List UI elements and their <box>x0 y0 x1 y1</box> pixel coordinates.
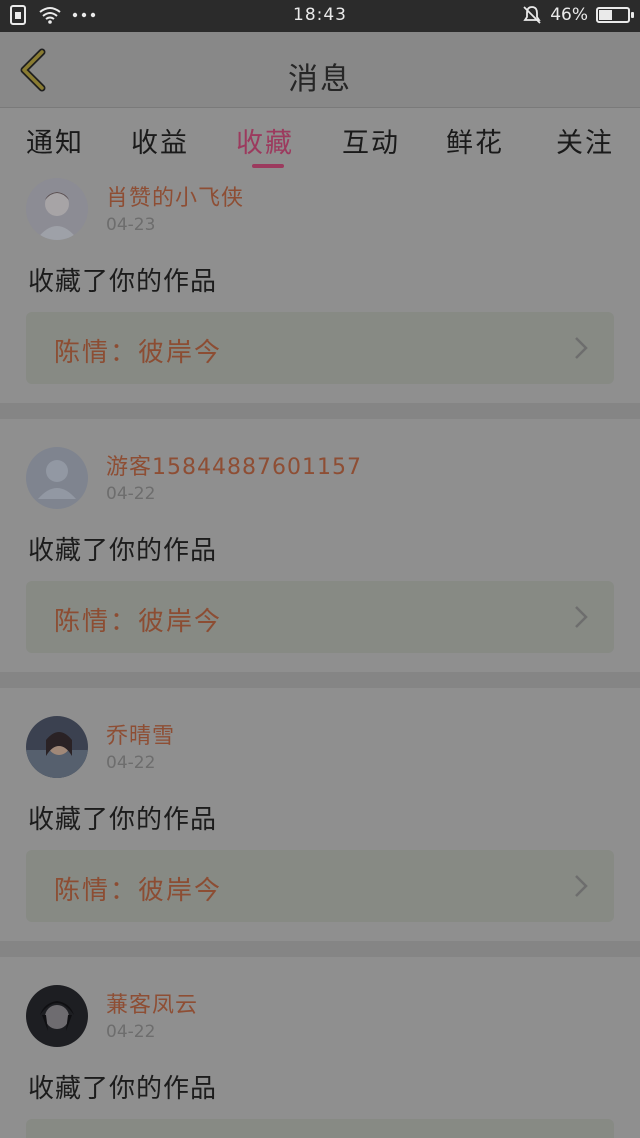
tab-follows[interactable]: 关注 <box>556 121 614 160</box>
work-title: 陈情：彼岸今 <box>54 338 223 368</box>
work-title: 陈情：彼岸今 <box>54 876 223 906</box>
battery-fill <box>599 10 612 20</box>
avatar[interactable] <box>26 716 88 778</box>
action-text: 收藏了你的作品 <box>28 805 218 835</box>
battery-icon <box>596 7 634 23</box>
avatar[interactable] <box>26 178 88 240</box>
date: 04-22 <box>106 484 156 504</box>
work-link[interactable] <box>26 1119 614 1138</box>
chevron-right-icon <box>575 606 588 628</box>
list-item: 游客15844887601157 04-22 收藏了你的作品 陈情：彼岸今 <box>0 419 640 672</box>
chevron-right-icon <box>575 875 588 897</box>
username[interactable]: 乔晴雪 <box>106 718 175 750</box>
list-item: 乔晴雪 04-22 收藏了你的作品 陈情：彼岸今 <box>0 688 640 941</box>
date: 04-22 <box>106 753 156 773</box>
action-text: 收藏了你的作品 <box>28 1074 218 1104</box>
action-text: 收藏了你的作品 <box>28 267 218 297</box>
section-divider <box>0 403 640 419</box>
section-divider <box>0 672 640 688</box>
work-link[interactable]: 陈情：彼岸今 <box>26 312 614 384</box>
date: 04-23 <box>106 215 156 235</box>
list-item: 肖赞的小飞侠 04-23 收藏了你的作品 陈情：彼岸今 <box>0 171 640 403</box>
active-tab-indicator <box>252 164 284 168</box>
status-right-icons: 46% <box>522 5 634 25</box>
list-item: 蒹客凤云 04-22 收藏了你的作品 <box>0 957 640 1138</box>
username[interactable]: 游客15844887601157 <box>106 449 362 481</box>
work-link[interactable]: 陈情：彼岸今 <box>26 850 614 922</box>
avatar-image <box>26 985 88 1047</box>
work-link[interactable]: 陈情：彼岸今 <box>26 581 614 653</box>
username[interactable]: 肖赞的小飞侠 <box>106 180 244 212</box>
tab-notifications[interactable]: 通知 <box>26 121 84 160</box>
tab-earnings[interactable]: 收益 <box>131 121 189 160</box>
chevron-right-icon <box>575 337 588 359</box>
date: 04-22 <box>106 1022 156 1042</box>
section-divider <box>0 941 640 957</box>
status-bar: 18:43 46% <box>0 0 640 32</box>
battery-percent: 46% <box>550 5 588 25</box>
username[interactable]: 蒹客凤云 <box>106 987 198 1019</box>
page-title: 消息 <box>288 62 352 97</box>
tab-flowers[interactable]: 鲜花 <box>446 121 504 160</box>
tab-bar: 通知 收益 收藏 互动 鲜花 关注 <box>0 109 640 171</box>
work-title: 陈情：彼岸今 <box>54 607 223 637</box>
default-avatar-icon <box>26 447 88 509</box>
avatar-image <box>26 716 88 778</box>
tab-favorites[interactable]: 收藏 <box>236 121 294 160</box>
avatar-image <box>26 178 88 240</box>
action-text: 收藏了你的作品 <box>28 536 218 566</box>
avatar[interactable] <box>26 447 88 509</box>
header-bar: 消息 <box>0 32 640 108</box>
bell-muted-icon <box>523 6 541 24</box>
tab-interactions[interactable]: 互动 <box>342 121 400 160</box>
avatar[interactable] <box>26 985 88 1047</box>
